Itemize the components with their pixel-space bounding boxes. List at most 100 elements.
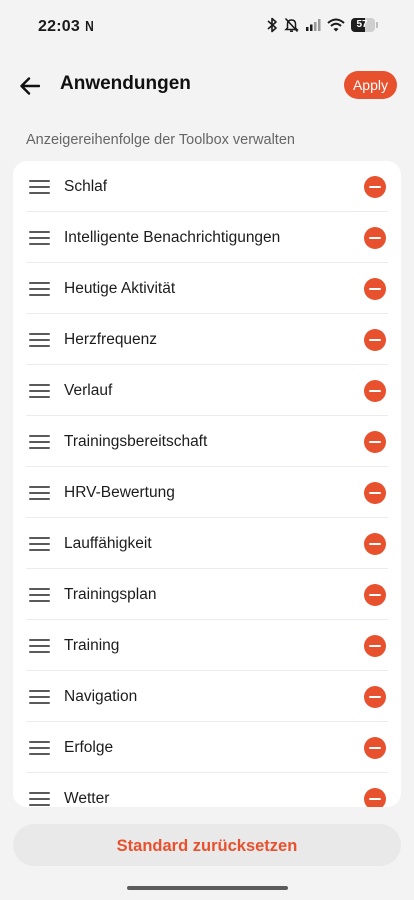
drag-handle-icon[interactable]	[29, 332, 50, 347]
toolbox-list-card: Schlaf Intelligente Benachrichtigungen Heu…	[13, 161, 401, 807]
remove-icon[interactable]	[364, 328, 386, 351]
list-item-label: Herzfrequenz	[64, 330, 158, 348]
drag-handle-icon[interactable]	[29, 740, 50, 755]
list-item-label: Schlaf	[64, 177, 108, 195]
wifi-icon	[327, 18, 345, 32]
drag-handle-icon[interactable]	[29, 485, 50, 500]
battery-level: 57	[356, 19, 368, 30]
list-item[interactable]: Erfolge	[13, 722, 401, 773]
remove-icon[interactable]	[364, 634, 386, 657]
drag-handle-line	[29, 242, 50, 245]
drag-handle-icon[interactable]	[29, 587, 50, 602]
drag-handle-line	[29, 338, 50, 341]
drag-handle-line	[29, 389, 50, 392]
drag-handle-icon[interactable]	[29, 689, 50, 704]
drag-handle-line	[29, 548, 50, 551]
reset-default-button[interactable]: Standard zurücksetzen	[13, 824, 401, 866]
remove-icon[interactable]	[364, 481, 386, 504]
list-item[interactable]: HRV-Bewertung	[13, 467, 401, 518]
remove-icon[interactable]	[364, 277, 386, 300]
status-bar: 22:03 N 57	[0, 0, 414, 56]
drag-handle-line	[29, 740, 50, 743]
drag-handle-line	[29, 185, 50, 188]
drag-handle-line	[29, 446, 50, 449]
list-item[interactable]: Training	[13, 620, 401, 671]
drag-handle-line	[29, 746, 50, 749]
drag-handle-line	[29, 650, 50, 653]
remove-icon[interactable]	[364, 583, 386, 606]
drag-handle-line	[29, 752, 50, 755]
list-item[interactable]: Herzfrequenz	[13, 314, 401, 365]
battery-icon: 57	[351, 18, 375, 32]
drag-handle-line	[29, 644, 50, 647]
list-item[interactable]: Wetter	[13, 773, 401, 807]
remove-icon[interactable]	[364, 532, 386, 555]
drag-handle-line	[29, 491, 50, 494]
drag-handle-line	[29, 434, 50, 437]
bluetooth-icon	[267, 17, 277, 33]
drag-handle-line	[29, 599, 50, 602]
drag-handle-line	[29, 803, 50, 806]
drag-handle-line	[29, 791, 50, 794]
list-item-label: Wetter	[64, 789, 110, 807]
list-item-label: Training	[64, 636, 120, 654]
drag-handle-icon[interactable]	[29, 638, 50, 653]
list-item[interactable]: Verlauf	[13, 365, 401, 416]
drag-handle-line	[29, 587, 50, 590]
status-icons: 57	[266, 17, 378, 33]
drag-handle-icon[interactable]	[29, 383, 50, 398]
list-item[interactable]: Intelligente Benachrichtigungen	[13, 212, 401, 263]
notification-icon: N	[85, 18, 94, 35]
list-item[interactable]: Trainingsbereitschaft	[13, 416, 401, 467]
page-title: Anwendungen	[60, 73, 191, 94]
remove-icon[interactable]	[364, 787, 386, 807]
list-item[interactable]: Schlaf	[13, 161, 401, 212]
drag-handle-icon[interactable]	[29, 230, 50, 245]
back-button[interactable]	[14, 70, 46, 102]
drag-handle-line	[29, 236, 50, 239]
home-indicator[interactable]	[127, 886, 288, 890]
drag-handle-line	[29, 332, 50, 335]
battery-cap	[376, 22, 378, 28]
remove-icon[interactable]	[364, 430, 386, 453]
drag-handle-line	[29, 281, 50, 284]
arrow-left-icon	[20, 77, 40, 95]
toolbox-list: Schlaf Intelligente Benachrichtigungen Heu…	[13, 161, 401, 807]
drag-handle-line	[29, 191, 50, 194]
status-time: 22:03	[38, 18, 80, 35]
drag-handle-line	[29, 230, 50, 233]
header: Anwendungen Apply	[0, 60, 414, 110]
list-item-label: Lauffähigkeit	[64, 534, 152, 552]
remove-icon[interactable]	[364, 379, 386, 402]
drag-handle-line	[29, 395, 50, 398]
drag-handle-icon[interactable]	[29, 434, 50, 449]
list-item-label: Navigation	[64, 687, 138, 705]
drag-handle-icon[interactable]	[29, 791, 50, 806]
drag-handle-line	[29, 593, 50, 596]
list-item[interactable]: Heutige Aktivität	[13, 263, 401, 314]
list-item-label: Trainingsplan	[64, 585, 157, 603]
drag-handle-line	[29, 440, 50, 443]
drag-handle-icon[interactable]	[29, 536, 50, 551]
remove-icon[interactable]	[364, 685, 386, 708]
list-item-label: Intelligente Benachrichtigungen	[64, 228, 281, 246]
list-item[interactable]: Navigation	[13, 671, 401, 722]
list-item[interactable]: Trainingsplan	[13, 569, 401, 620]
drag-handle-line	[29, 383, 50, 386]
drag-handle-line	[29, 179, 50, 182]
drag-handle-line	[29, 485, 50, 488]
list-item-label: Heutige Aktivität	[64, 279, 176, 297]
remove-icon[interactable]	[364, 736, 386, 759]
drag-handle-icon[interactable]	[29, 281, 50, 296]
drag-handle-line	[29, 497, 50, 500]
remove-icon[interactable]	[364, 175, 386, 198]
remove-icon[interactable]	[364, 226, 386, 249]
list-item-label: Erfolge	[64, 738, 114, 756]
list-item[interactable]: Lauffähigkeit	[13, 518, 401, 569]
drag-handle-line	[29, 638, 50, 641]
bell-muted-icon	[284, 17, 299, 33]
section-label: Anzeigereihenfolge der Toolbox verwalten	[26, 132, 295, 148]
drag-handle-icon[interactable]	[29, 179, 50, 194]
drag-handle-line	[29, 344, 50, 347]
apply-button[interactable]: Apply	[343, 71, 397, 99]
